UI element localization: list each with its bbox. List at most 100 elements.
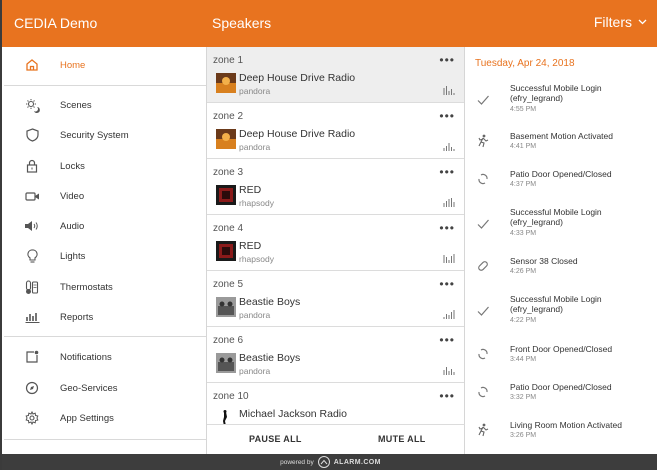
video-camera-icon (24, 188, 40, 204)
more-options-icon[interactable]: ••• (439, 333, 455, 347)
event-text: Successful Mobile Login (efry_legrand) (510, 294, 602, 314)
sidebar-item-security-system[interactable]: Security System (4, 120, 206, 150)
album-art (216, 241, 236, 261)
sidebar-item-app-settings[interactable]: App Settings (4, 403, 206, 433)
event-time: 4:22 PM (510, 317, 537, 324)
sidebar-item-label: Thermostats (60, 281, 113, 293)
more-options-icon[interactable]: ••• (439, 221, 455, 235)
events-date: Tuesday, Apr 24, 2018 (475, 58, 575, 69)
album-art (216, 297, 236, 317)
equalizer-icon (443, 82, 455, 95)
sidebar-item-label: App Settings (60, 412, 114, 424)
event-time: 3:26 PM (510, 432, 537, 439)
sidebar-item-label: Scenes (60, 99, 92, 111)
track-title: Deep House Drive Radio (239, 128, 356, 140)
sidebar-item-video[interactable]: Video (4, 181, 206, 211)
event-text: Patio Door Opened/Closed (510, 382, 612, 392)
mute-all-button[interactable]: MUTE ALL (378, 434, 426, 444)
equalizer-icon (443, 138, 455, 151)
sensor-closed-icon (476, 259, 490, 273)
event-text: Sensor 38 Closed (510, 256, 578, 266)
sidebar-item-geo-services[interactable]: Geo-Services (4, 373, 206, 403)
door-sensor-icon (476, 347, 490, 361)
event-text: Patio Door Opened/Closed (510, 169, 612, 179)
motion-icon (476, 134, 490, 148)
track-title: RED (239, 184, 262, 196)
album-art (216, 73, 236, 93)
notification-icon (24, 349, 40, 365)
pause-all-button[interactable]: PAUSE ALL (249, 434, 302, 444)
album-art (216, 185, 236, 205)
event-time: 4:37 PM (510, 181, 537, 188)
alarm-com-logo-icon (317, 456, 330, 468)
sidebar-item-label: Security System (60, 129, 129, 141)
sidebar-item-label: Audio (60, 220, 85, 232)
more-options-icon[interactable]: ••• (439, 53, 455, 67)
event-text: Successful Mobile Login (efry_legrand) (510, 207, 602, 227)
sidebar-item-audio[interactable]: Audio (4, 211, 206, 241)
sidebar-item-scenes[interactable]: Scenes (4, 90, 206, 120)
sidebar-divider (4, 439, 206, 440)
event-time: 3:44 PM (510, 356, 537, 363)
chevron-down-icon (638, 16, 647, 28)
event-time: 4:55 PM (510, 106, 537, 113)
lightbulb-icon (24, 248, 40, 264)
sidebar-divider (4, 336, 206, 337)
sidebar-item-lights[interactable]: Lights (4, 241, 206, 271)
sidebar-item-notifications[interactable]: Notifications (4, 342, 206, 372)
door-sensor-icon (476, 172, 490, 186)
equalizer-icon (443, 362, 455, 375)
checkmark-icon (476, 93, 490, 107)
lock-icon (24, 158, 40, 174)
track-source: rhapsody (239, 198, 274, 208)
zone-item[interactable]: zone 1 ••• Deep House Drive Radio pandor… (207, 47, 464, 103)
track-title: Michael Jackson Radio (239, 408, 347, 420)
zone-item[interactable]: zone 5 ••• Beastie Boys pandora (207, 271, 464, 327)
app-header: CEDIA Demo Speakers Filters (2, 0, 657, 47)
track-title: Beastie Boys (239, 296, 301, 308)
filters-label: Filters (593, 14, 632, 30)
zone-name: zone 3 (213, 167, 244, 178)
track-source: pandora (239, 142, 271, 152)
sidebar-item-thermostats[interactable]: Thermostats (4, 272, 206, 302)
motion-icon (476, 423, 490, 437)
page-title: Speakers (212, 15, 272, 31)
event-time: 4:33 PM (510, 230, 537, 237)
track-title: Deep House Drive Radio (239, 72, 356, 84)
sidebar-item-reports[interactable]: Reports (4, 302, 206, 332)
track-title: Beastie Boys (239, 352, 301, 364)
more-options-icon[interactable]: ••• (439, 165, 455, 179)
more-options-icon[interactable]: ••• (439, 277, 455, 291)
speaker-icon (24, 218, 40, 234)
track-source: pandora (239, 310, 271, 320)
zone-item[interactable]: zone 3 ••• RED rhapsody (207, 159, 464, 215)
album-art (216, 129, 236, 149)
more-options-icon[interactable]: ••• (439, 109, 455, 123)
event-text: Successful Mobile Login (efry_legrand) (510, 83, 602, 103)
filters-button[interactable]: Filters (594, 14, 647, 30)
equalizer-icon (443, 250, 455, 263)
sidebar-item-locks[interactable]: Locks (4, 151, 206, 181)
zone-controls: PAUSE ALL MUTE ALL (207, 424, 465, 454)
footer: powered by ALARM.COM (2, 454, 657, 470)
track-source: rhapsody (239, 254, 274, 264)
more-options-icon[interactable]: ••• (439, 389, 455, 403)
zones-list: zone 1 ••• Deep House Drive Radio pandor… (207, 47, 465, 454)
zone-item[interactable]: zone 4 ••• RED rhapsody (207, 215, 464, 271)
sidebar-item-label: Home (60, 59, 86, 71)
sidebar-item-label: Reports (60, 311, 94, 323)
sidebar-item-home[interactable]: Home (4, 50, 206, 80)
events-panel: Tuesday, Apr 24, 2018 Successful Mobile … (465, 47, 657, 454)
zone-item[interactable]: zone 2 ••• Deep House Drive Radio pandor… (207, 103, 464, 159)
event-text: Front Door Opened/Closed (510, 344, 613, 354)
event-text: Living Room Motion Activated (510, 420, 622, 430)
sidebar: Home Scenes Security System Locks Video … (4, 47, 207, 454)
zone-name: zone 1 (213, 55, 244, 66)
zone-name: zone 10 (213, 391, 249, 402)
track-source: pandora (239, 86, 271, 96)
sidebar-divider (4, 85, 206, 86)
zone-item[interactable]: zone 6 ••• Beastie Boys pandora (207, 327, 464, 383)
sidebar-item-label: Locks (60, 160, 85, 172)
event-text: Basement Motion Activated (510, 131, 614, 141)
checkmark-icon (476, 304, 490, 318)
